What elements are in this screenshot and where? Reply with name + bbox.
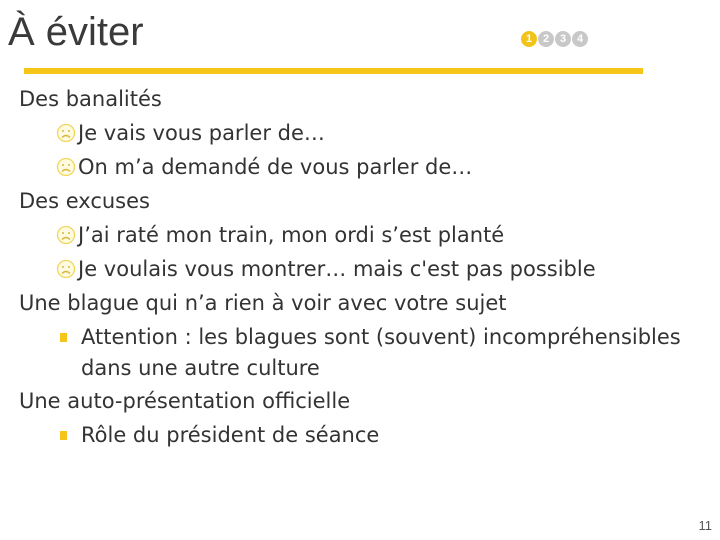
item-text: Attention : les blagues sont (souvent) i… bbox=[81, 325, 681, 380]
title-underline bbox=[24, 68, 643, 74]
step-3-icon: 3 bbox=[555, 31, 571, 47]
frown-icon bbox=[56, 259, 76, 279]
item-text: On m’a demandé de vous parler de… bbox=[78, 155, 473, 179]
step-indicator: 1 2 3 4 bbox=[521, 31, 588, 47]
list-item: Rôle du président de séance bbox=[19, 418, 681, 451]
square-bullet-icon bbox=[60, 333, 67, 342]
frown-icon bbox=[56, 225, 76, 245]
section-heading: Des banalités bbox=[19, 87, 162, 111]
section-heading: Une blague qui n’a rien à voir avec votr… bbox=[19, 291, 507, 315]
section-heading: Des excuses bbox=[19, 189, 150, 213]
slide-title: À éviter bbox=[8, 10, 144, 54]
list-item: J’ai raté mon train, mon ordi s’est plan… bbox=[19, 218, 681, 252]
list-item: Je voulais vous montrer… mais c'est pas … bbox=[19, 252, 681, 286]
section-heading: Une auto-présentation officielle bbox=[19, 389, 351, 413]
list-item: Attention : les blagues sont (souvent) i… bbox=[19, 320, 681, 384]
page-number: 11 bbox=[698, 518, 713, 533]
square-bullet-icon bbox=[60, 431, 67, 440]
item-text: Je vais vous parler de… bbox=[78, 121, 325, 145]
frown-icon bbox=[56, 123, 76, 143]
slide-body: Des banalités Je vais vous parler de… On… bbox=[19, 82, 681, 451]
item-text: Rôle du président de séance bbox=[81, 423, 380, 447]
item-text: Je voulais vous montrer… mais c'est pas … bbox=[78, 257, 596, 281]
frown-icon bbox=[56, 157, 76, 177]
step-2-icon: 2 bbox=[538, 31, 554, 47]
step-4-icon: 4 bbox=[572, 31, 588, 47]
list-item: Je vais vous parler de… bbox=[19, 116, 681, 150]
item-text: J’ai raté mon train, mon ordi s’est plan… bbox=[78, 223, 505, 247]
step-1-icon: 1 bbox=[521, 31, 537, 47]
list-item: On m’a demandé de vous parler de… bbox=[19, 150, 681, 184]
